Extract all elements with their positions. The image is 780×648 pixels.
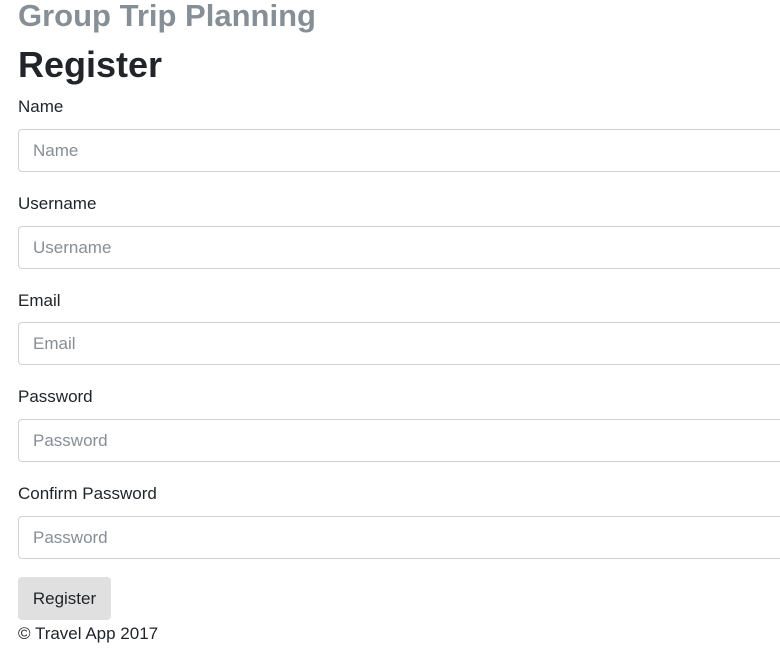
register-page: Group Trip Planning Register Name Userna…	[0, 0, 780, 648]
register-button[interactable]: Register	[18, 577, 111, 620]
email-input[interactable]	[18, 322, 780, 365]
page-title: Register	[18, 44, 163, 85]
password-input[interactable]	[18, 419, 780, 462]
username-label: Username	[18, 194, 97, 213]
confirm-password-input[interactable]	[18, 516, 780, 559]
name-label: Name	[18, 97, 64, 116]
confirm-password-label: Confirm Password	[18, 484, 157, 503]
password-label: Password	[18, 387, 93, 406]
footer-copyright: © Travel App 2017	[18, 624, 159, 643]
app-title: Group Trip Planning	[18, 0, 316, 33]
name-input[interactable]	[18, 129, 780, 172]
username-input[interactable]	[18, 226, 780, 269]
email-label: Email	[18, 291, 61, 310]
